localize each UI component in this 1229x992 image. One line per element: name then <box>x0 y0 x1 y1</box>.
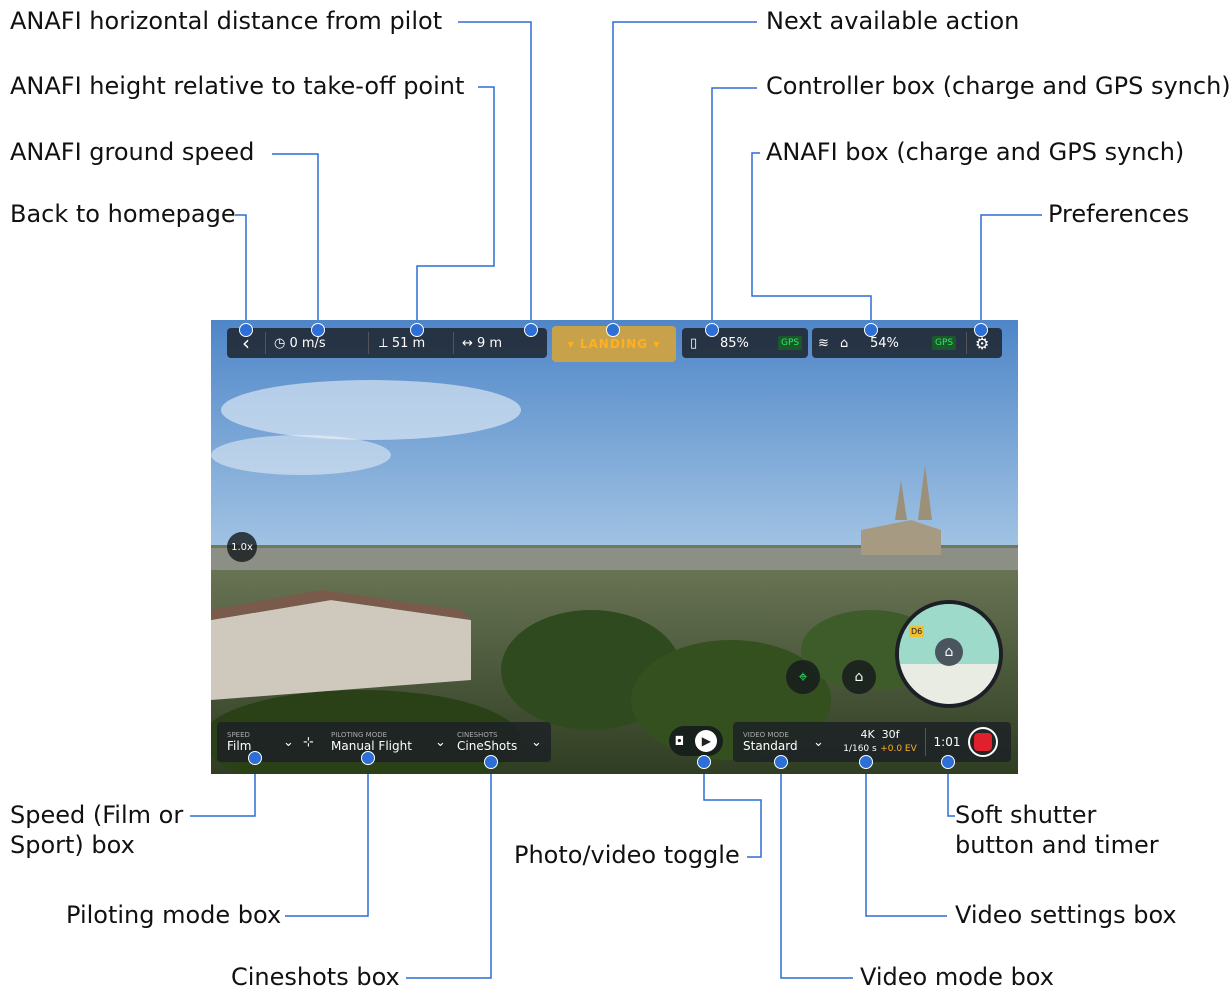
controller-box[interactable]: ▯ 85% GPS <box>682 328 808 358</box>
callout-height: ANAFI height relative to take-off point <box>10 72 465 100</box>
callout-preferences: Preferences <box>1048 200 1190 228</box>
map-road-label: D6 <box>909 626 925 637</box>
marker-shutter <box>941 755 955 769</box>
target-icon[interactable]: ⌖ <box>786 660 820 694</box>
callout-controller-box: Controller box (charge and GPS synch) <box>766 72 1229 100</box>
cineshots-box[interactable]: CINESHOTS CineShots <box>457 731 531 754</box>
marker-video-mode <box>774 755 788 769</box>
speed-value: 0 m/s <box>289 335 326 351</box>
marker-photo-video <box>697 755 711 769</box>
callout-video-settings-box: Video settings box <box>955 901 1177 929</box>
camera-view <box>211 320 1018 774</box>
callout-anafi-box: ANAFI box (charge and GPS synch) <box>766 138 1185 166</box>
speed-mode-box[interactable]: SPEED Film <box>217 731 283 754</box>
height-value: 51 m <box>391 335 426 351</box>
callout-ground-speed: ANAFI ground speed <box>10 138 255 166</box>
marker-height <box>410 323 424 337</box>
shutter-value: 1/160 s <box>843 744 877 754</box>
mode-bar: SPEED Film ⌄ ⊹ PILOTING MODE Manual Flight… <box>217 722 551 762</box>
map-home-icon: ⌂ <box>935 638 963 666</box>
photo-video-toggle[interactable]: ◘ ▶ <box>669 726 723 756</box>
video-mode-label: VIDEO MODE <box>743 730 789 739</box>
video-settings-box[interactable]: 4K 30f 1/160 s +0.0 EV <box>835 728 925 756</box>
video-mode-value: Standard <box>743 738 798 753</box>
framerate-value: 30f <box>881 728 900 741</box>
marker-piloting <box>361 751 375 765</box>
speedometer-icon: ◷ <box>274 335 290 351</box>
telemetry-bar: ‹ ◷ 0 m/s ⟂ 51 m ↔ 9 m <box>227 328 547 358</box>
marker-preferences <box>974 323 988 337</box>
callout-photo-video: Photo/video toggle <box>514 841 740 869</box>
chevron-down-icon: ⌄ <box>283 734 294 750</box>
controller-gps-badge: GPS <box>778 336 803 350</box>
callout-speed-box: Speed (Film or Sport) box <box>10 800 183 860</box>
ev-value: +0.0 EV <box>880 744 917 754</box>
distance-icon: ↔ <box>462 335 478 351</box>
piloting-icon: ⊹ <box>303 734 314 750</box>
callout-piloting-box: Piloting mode box <box>66 901 282 929</box>
marker-back <box>239 323 253 337</box>
marker-action <box>606 323 620 337</box>
callout-shutter: Soft shutter button and timer <box>955 800 1159 860</box>
mini-map[interactable]: ⌂ D6 <box>895 600 1003 708</box>
wifi-icon: ≋ <box>818 335 829 351</box>
controller-charge: 85% <box>720 335 749 351</box>
action-label: ▾ LANDING ▾ <box>568 337 661 351</box>
height-readout: ⟂ 51 m <box>369 336 453 351</box>
return-home-button[interactable]: ⌂ <box>842 660 876 694</box>
video-icon: ▶ <box>695 730 718 752</box>
callout-video-mode-box: Video mode box <box>860 963 1054 991</box>
shutter-button[interactable] <box>968 727 998 757</box>
distance-value: 9 m <box>477 335 503 351</box>
action-chevron-icon: ▾ <box>648 337 661 351</box>
drone-charge: 54% <box>870 335 899 351</box>
chevron-down-icon: ⌄ <box>813 734 824 750</box>
callout-back: Back to homepage <box>10 200 236 228</box>
callout-horizontal-distance: ANAFI horizontal distance from pilot <box>10 7 443 35</box>
speed-mode-value: Film <box>227 738 252 753</box>
speed-readout: ◷ 0 m/s <box>266 336 368 351</box>
callout-shutter-line1: Soft shutter <box>955 801 1097 829</box>
chevron-down-icon: ⌄ <box>435 734 446 750</box>
speed-mode-label: SPEED <box>227 730 250 739</box>
action-text: LANDING <box>579 337 649 351</box>
record-icon <box>974 733 992 751</box>
action-chevron-icon: ▾ <box>567 337 580 351</box>
piloting-mode-value: Manual Flight <box>331 738 412 753</box>
callout-speed-box-line2: Sport) box <box>10 831 135 859</box>
home-icon: ⌂ <box>854 669 864 685</box>
resolution-value: 4K <box>860 728 875 741</box>
height-icon: ⟂ <box>379 335 392 351</box>
drone-gps-badge: GPS <box>932 336 957 350</box>
marker-speed <box>311 323 325 337</box>
controller-icon: ▯ <box>690 335 698 351</box>
piloting-mode-box[interactable]: PILOTING MODE Manual Flight <box>331 731 435 754</box>
record-timer: 1:01 <box>933 735 961 749</box>
cineshots-value: CineShots <box>457 738 518 753</box>
marker-distance <box>524 323 538 337</box>
callout-speed-box-line1: Speed (Film or <box>10 801 184 829</box>
cineshots-label: CINESHOTS <box>457 730 498 739</box>
distance-readout: ↔ 9 m <box>454 336 502 351</box>
marker-video-settings <box>859 755 873 769</box>
chevron-down-icon: ⌄ <box>531 734 542 750</box>
drone-icon: ⌂ <box>840 335 849 351</box>
marker-cineshots <box>484 755 498 769</box>
photo-icon: ◘ <box>674 734 685 748</box>
callout-shutter-line2: button and timer <box>955 831 1159 859</box>
callout-next-action: Next available action <box>766 7 1020 35</box>
video-mode-box[interactable]: VIDEO MODE Standard <box>733 731 813 754</box>
marker-controller <box>705 323 719 337</box>
marker-anafi <box>864 323 878 337</box>
callout-cineshots-box: Cineshots box <box>231 963 400 991</box>
marker-speed-box <box>248 751 262 765</box>
piloting-label: PILOTING MODE <box>331 730 388 739</box>
zoom-indicator[interactable]: 1.0x <box>227 532 257 562</box>
video-bar: VIDEO MODE Standard ⌄ 4K 30f 1/160 s +0.0… <box>733 722 1011 762</box>
flight-screen: ‹ ◷ 0 m/s ⟂ 51 m ↔ 9 m ▾ LANDING ▾ ▯ 85%… <box>211 320 1018 774</box>
